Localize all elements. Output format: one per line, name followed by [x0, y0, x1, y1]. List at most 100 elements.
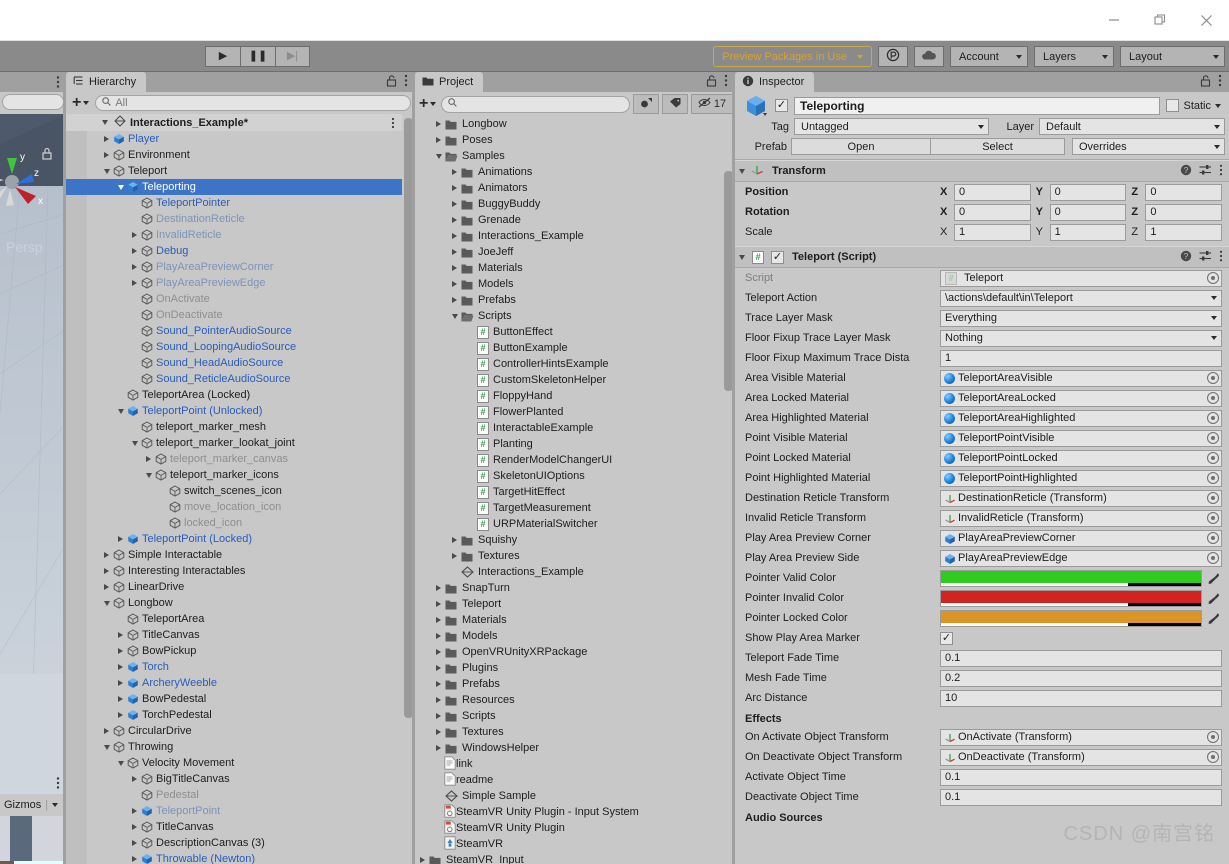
- project-item[interactable]: Simple Sample: [415, 788, 735, 804]
- hierarchy-tree[interactable]: Player›EnvironmentTeleportTeleporting›Te…: [66, 131, 415, 864]
- object-reference-field[interactable]: TeleportPointLocked: [940, 449, 1222, 467]
- project-item[interactable]: Models: [415, 276, 735, 292]
- axis-input[interactable]: 0: [954, 203, 1031, 221]
- maximize-icon[interactable]: [1137, 5, 1183, 35]
- project-item[interactable]: Textures: [415, 724, 735, 740]
- axis-input[interactable]: 0: [954, 183, 1031, 201]
- hierarchy-item[interactable]: PlayAreaPreviewEdge: [66, 275, 415, 291]
- hierarchy-item[interactable]: OnActivate: [66, 291, 415, 307]
- hierarchy-item[interactable]: Throwing: [66, 739, 415, 755]
- hierarchy-item[interactable]: PlayAreaPreviewCorner: [66, 259, 415, 275]
- object-picker-icon[interactable]: [1207, 731, 1219, 743]
- preset-icon[interactable]: [1199, 250, 1212, 265]
- help-icon[interactable]: ?: [1180, 164, 1192, 179]
- axis-input[interactable]: 1: [954, 223, 1031, 241]
- hierarchy-item[interactable]: Environment: [66, 147, 415, 163]
- hierarchy-item[interactable]: TitleCanvas: [66, 819, 415, 835]
- chevron-right-icon[interactable]: [104, 568, 109, 574]
- project-item[interactable]: Squishy: [415, 532, 735, 548]
- project-create-button[interactable]: +: [417, 96, 438, 112]
- chevron-right-icon[interactable]: [452, 537, 457, 543]
- chevron-right-icon[interactable]: [146, 456, 151, 462]
- property-input[interactable]: 1: [940, 349, 1222, 367]
- chevron-right-icon[interactable]: [132, 248, 137, 254]
- chevron-right-icon[interactable]: [104, 552, 109, 558]
- preview-packages-dropdown[interactable]: Preview Packages in Use: [713, 46, 872, 67]
- project-item[interactable]: link: [415, 755, 735, 772]
- minimize-icon[interactable]: [1091, 5, 1137, 35]
- tab-hierarchy[interactable]: Hierarchy: [66, 72, 147, 92]
- prefab-open-button[interactable]: Open: [791, 138, 931, 155]
- chevron-right-icon[interactable]: [132, 776, 137, 782]
- transform-properties[interactable]: Position X 0 Y 0 Z 0 Rotation X 0 Y 0 Z 0 Scale X 1 Y 1 Z 1: [735, 182, 1229, 242]
- inspector-menu-icon[interactable]: [1218, 74, 1222, 90]
- hierarchy-item[interactable]: InvalidReticle: [66, 227, 415, 243]
- axis-input[interactable]: 1: [1145, 223, 1223, 241]
- color-swatch[interactable]: [940, 569, 1202, 587]
- project-item[interactable]: # FloppyHand: [415, 388, 735, 404]
- tag-dropdown[interactable]: Untagged: [794, 118, 989, 135]
- gizmos-label[interactable]: Gizmos: [4, 799, 41, 811]
- chevron-right-icon[interactable]: [118, 664, 123, 670]
- project-item[interactable]: Animators: [415, 180, 735, 196]
- property-input[interactable]: 0.1: [940, 649, 1222, 667]
- chevron-down-icon[interactable]: [451, 313, 458, 319]
- account-dropdown[interactable]: Account: [950, 46, 1028, 67]
- object-picker-icon[interactable]: [1207, 432, 1219, 444]
- chevron-right-icon[interactable]: [132, 280, 137, 286]
- object-picker-icon[interactable]: [1207, 412, 1219, 424]
- hierarchy-item[interactable]: Throwable (Newton)›: [66, 851, 415, 864]
- hierarchy-item[interactable]: TitleCanvas: [66, 627, 415, 643]
- layer-dropdown[interactable]: Default: [1039, 118, 1225, 135]
- project-item[interactable]: WindowsHelper: [415, 740, 735, 756]
- close-icon[interactable]: [1183, 5, 1229, 35]
- project-item[interactable]: Animations: [415, 164, 735, 180]
- project-item[interactable]: SteamVR_Input: [415, 852, 735, 864]
- layers-dropdown[interactable]: Layers: [1034, 46, 1114, 67]
- chevron-down-icon[interactable]: [117, 408, 124, 414]
- color-swatch[interactable]: [940, 609, 1202, 627]
- object-reference-field[interactable]: InvalidReticle (Transform): [940, 509, 1222, 527]
- project-item[interactable]: SteamVR: [415, 835, 735, 852]
- chevron-right-icon[interactable]: [436, 633, 441, 639]
- chevron-right-icon[interactable]: [452, 265, 457, 271]
- prefab-select-button[interactable]: Select: [930, 138, 1065, 155]
- transform-component-header[interactable]: Transform ?: [735, 160, 1229, 182]
- chevron-down-icon[interactable]: [435, 153, 442, 159]
- eyedropper-icon[interactable]: [1204, 572, 1222, 585]
- scene-context-menu-icon[interactable]: [391, 117, 395, 129]
- project-search-input[interactable]: [441, 95, 630, 113]
- object-picker-icon[interactable]: [1207, 372, 1219, 384]
- hierarchy-item[interactable]: TeleportPointer: [66, 195, 415, 211]
- project-item[interactable]: # RenderModelChangerUI: [415, 452, 735, 468]
- project-item[interactable]: Longbow: [415, 116, 735, 132]
- eyedropper-icon[interactable]: [1204, 592, 1222, 605]
- project-item[interactable]: # InteractableExample: [415, 420, 735, 436]
- lock-icon[interactable]: [1200, 74, 1211, 90]
- hierarchy-item[interactable]: TeleportPoint (Locked)›: [66, 531, 415, 547]
- chevron-right-icon[interactable]: [452, 185, 457, 191]
- hierarchy-item[interactable]: Longbow: [66, 595, 415, 611]
- chevron-down-icon[interactable]: [103, 600, 110, 606]
- chevron-right-icon[interactable]: [436, 617, 441, 623]
- project-item[interactable]: Grenade: [415, 212, 735, 228]
- chevron-right-icon[interactable]: [436, 665, 441, 671]
- project-item[interactable]: Prefabs: [415, 292, 735, 308]
- project-item[interactable]: Scripts: [415, 708, 735, 724]
- preset-icon[interactable]: [1199, 164, 1212, 179]
- vector3-field[interactable]: X1Y1Z1: [940, 223, 1223, 241]
- vector3-field[interactable]: X0Y0Z0: [940, 183, 1223, 201]
- axis-input[interactable]: 1: [1049, 223, 1127, 241]
- chevron-down-icon[interactable]: [117, 184, 124, 190]
- project-item[interactable]: Materials: [415, 260, 735, 276]
- project-item[interactable]: Resources: [415, 692, 735, 708]
- teleport-component-header[interactable]: # Teleport (Script) ?: [735, 246, 1229, 268]
- property-input[interactable]: 0.1: [940, 768, 1222, 786]
- chevron-down-icon[interactable]: [117, 760, 124, 766]
- hierarchy-item[interactable]: teleport_marker_lookat_joint: [66, 435, 415, 451]
- chevron-right-icon[interactable]: [104, 136, 109, 142]
- chevron-right-icon[interactable]: [118, 712, 123, 718]
- object-picker-icon[interactable]: [1207, 552, 1219, 564]
- object-picker-icon[interactable]: [1207, 751, 1219, 763]
- chevron-right-icon[interactable]: [118, 632, 123, 638]
